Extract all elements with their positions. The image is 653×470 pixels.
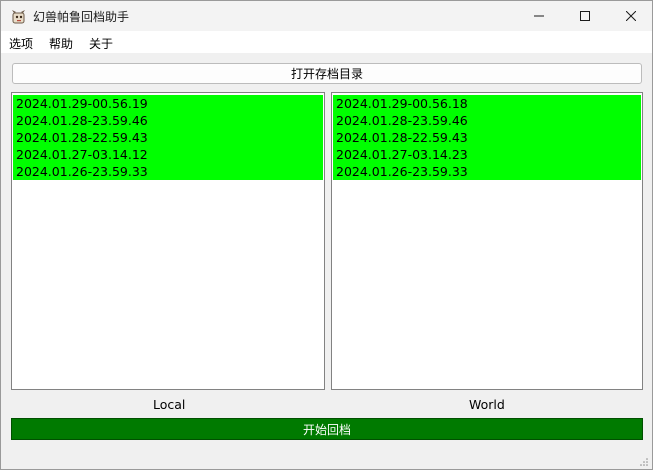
menu-bar: 选项 帮助 关于: [1, 31, 652, 53]
list-item[interactable]: 2024.01.29-00.56.19: [13, 95, 323, 112]
local-list-caption: Local: [153, 397, 186, 412]
menu-help[interactable]: 帮助: [49, 35, 73, 52]
list-item[interactable]: 2024.01.26-23.59.33: [13, 163, 323, 180]
app-window: 幻兽帕鲁回档助手 选项 帮助 关于 打开存档目录 2024.01.29-00.5…: [0, 0, 653, 470]
world-save-list[interactable]: 2024.01.29-00.56.18 2024.01.28-23.59.46 …: [331, 92, 643, 390]
list-item[interactable]: 2024.01.27-03.14.23: [333, 146, 641, 163]
resize-grip-icon[interactable]: [639, 456, 649, 466]
window-title: 幻兽帕鲁回档助手: [33, 10, 130, 24]
start-restore-button[interactable]: 开始回档: [11, 418, 643, 440]
maximize-icon: [580, 11, 590, 21]
minimize-button[interactable]: [516, 1, 562, 31]
list-item[interactable]: 2024.01.27-03.14.12: [13, 146, 323, 163]
title-bar[interactable]: 幻兽帕鲁回档助手: [1, 1, 652, 31]
list-item[interactable]: 2024.01.29-00.56.18: [333, 95, 641, 112]
list-item[interactable]: 2024.01.26-23.59.33: [333, 163, 641, 180]
app-logo-icon: [11, 9, 27, 25]
world-list-caption: World: [469, 397, 505, 412]
list-item[interactable]: 2024.01.28-22.59.43: [13, 129, 323, 146]
list-item[interactable]: 2024.01.28-23.59.46: [13, 112, 323, 129]
close-icon: [626, 11, 636, 21]
open-save-folder-button[interactable]: 打开存档目录: [12, 63, 642, 84]
list-item[interactable]: 2024.01.28-23.59.46: [333, 112, 641, 129]
close-button[interactable]: [608, 1, 653, 31]
local-save-list[interactable]: 2024.01.29-00.56.19 2024.01.28-23.59.46 …: [11, 92, 325, 390]
minimize-icon: [534, 11, 544, 21]
list-item[interactable]: 2024.01.28-22.59.43: [333, 129, 641, 146]
menu-about[interactable]: 关于: [89, 35, 113, 52]
maximize-button[interactable]: [562, 1, 608, 31]
menu-options[interactable]: 选项: [9, 35, 33, 52]
